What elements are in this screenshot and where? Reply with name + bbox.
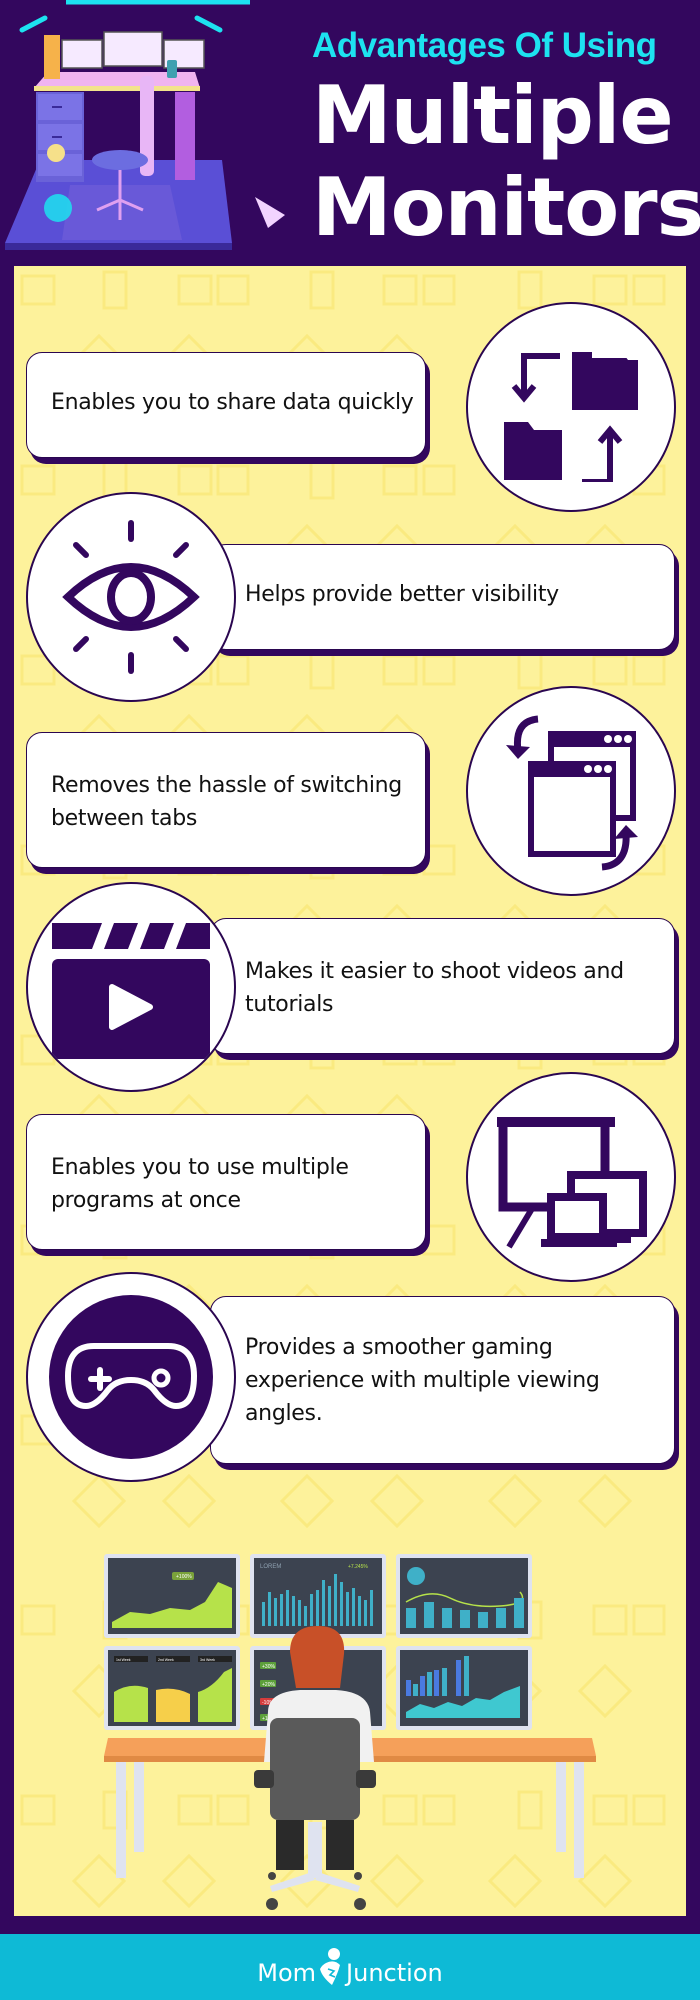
eye-icon [62, 520, 200, 674]
logo-text-mom: Mom [257, 1959, 317, 1987]
screen-label: 1st Week [116, 1658, 131, 1662]
advantage-card-1: Enables you to share data quickly [26, 352, 426, 458]
folder-transfer-icon [504, 352, 638, 482]
screen-label: +30% [262, 1664, 275, 1670]
advantage-text: Enables you to share data quickly [51, 390, 414, 415]
screen-label: 3rd Week [200, 1658, 215, 1662]
screen-label: LOREM [260, 1564, 281, 1570]
header: Advantages Of Using Multiple Monitors [0, 0, 700, 262]
advantage-card-2: Helps provide better visibility [210, 544, 675, 650]
advantage-text: Enables you to use multiple programs at … [51, 1155, 349, 1213]
advantage-icon-circle-6 [26, 1272, 236, 1482]
advantage-icon-circle-2 [26, 492, 236, 702]
screen-label: +100% [176, 1574, 192, 1580]
bottom-border [0, 1916, 700, 1934]
advantage-card-3: Removes the hassle of switching between … [26, 732, 426, 868]
screen-label: +7.245% [348, 1564, 368, 1570]
content-panel: Enables you to share data quickly Helps … [14, 266, 686, 1916]
advantage-icon-circle-1 [466, 302, 676, 512]
advantage-text: Provides a smoother gaming experience wi… [245, 1335, 600, 1426]
gamepad-icon [49, 1295, 213, 1459]
title-line-1: Multiple [312, 69, 674, 162]
advantage-text: Removes the hassle of switching between … [51, 773, 402, 831]
desk-setup-illustration [5, 0, 285, 250]
momjunction-logo: Mom Junction [257, 1947, 443, 1987]
advantage-card-5: Enables you to use multiple programs at … [26, 1114, 426, 1250]
multiple-screens-icon [497, 1117, 647, 1249]
advantage-card-4: Makes it easier to shoot videos and tuto… [210, 918, 675, 1054]
workstation-illustration: +100% LOREM +7.245% 1st Week 2nd Week 3r… [104, 1554, 596, 1910]
screen-label: 2nd Week [158, 1658, 174, 1662]
advantage-text: Makes it easier to shoot videos and tuto… [245, 959, 624, 1017]
subtitle: Advantages Of Using [312, 26, 657, 65]
mother-child-icon [320, 1948, 341, 1985]
advantage-icon-circle-5 [466, 1072, 676, 1282]
footer: Mom Junction [0, 1934, 700, 2000]
logo-text-junction: Junction [346, 1959, 443, 1987]
switch-windows-icon [506, 715, 638, 871]
screen-label: +20% [262, 1682, 275, 1688]
advantage-icon-circle-3 [466, 686, 676, 896]
advantage-text: Helps provide better visibility [245, 582, 559, 607]
title-line-2: Monitors [312, 161, 700, 254]
advantage-icon-circle-4 [26, 882, 236, 1092]
advantage-card-6: Provides a smoother gaming experience wi… [210, 1296, 675, 1464]
video-clapper-icon [52, 923, 210, 1059]
